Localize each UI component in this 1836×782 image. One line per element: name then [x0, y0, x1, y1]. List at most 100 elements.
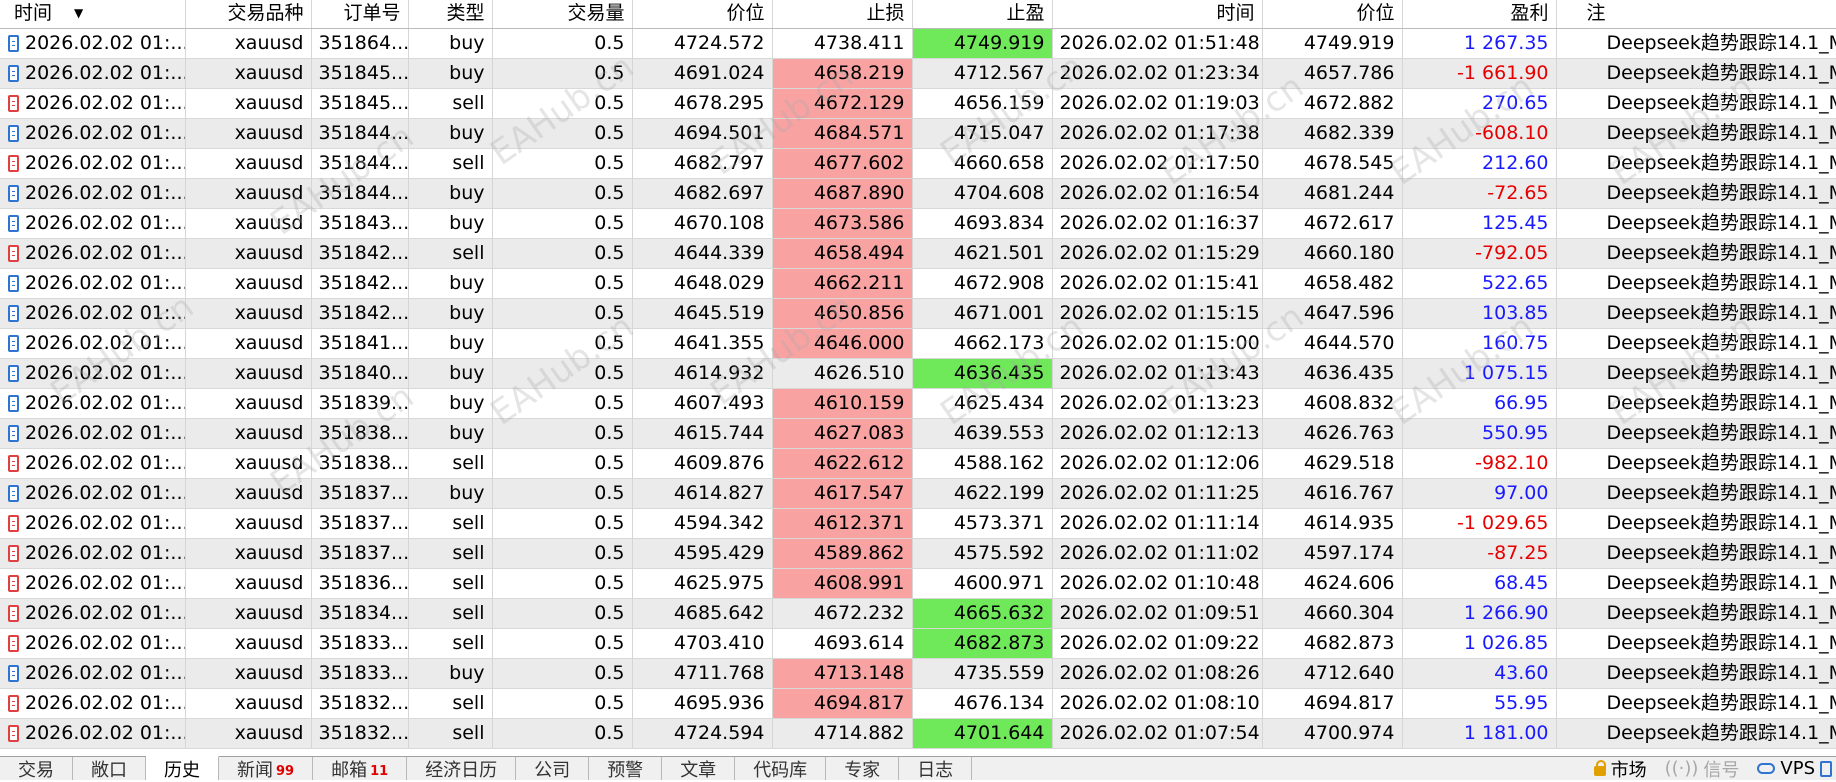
table-row[interactable]: 2026.02.02 01:... xauusd 351843... buy 0.5 46… — [0, 208, 1836, 239]
cell-sl: 4658.219 — [772, 58, 913, 89]
cell-time-text: 2026.02.02 01:... — [25, 61, 185, 84]
col-header-time[interactable]: 时间 ▼ — [0, 0, 186, 29]
cell-time: 2026.02.02 01:... — [0, 58, 186, 89]
cell-profit: 212.60 — [1402, 148, 1557, 179]
cell-time-text: 2026.02.02 01:... — [25, 721, 185, 744]
cell-volume: 0.5 — [492, 178, 633, 209]
cell-tp: 4575.592 — [912, 538, 1053, 569]
table-row[interactable]: 2026.02.02 01:... xauusd 351864... buy 0.5 47… — [0, 28, 1836, 59]
cell-tp: 4639.553 — [912, 418, 1053, 449]
tab-10[interactable]: 专家 — [826, 757, 900, 781]
market-status[interactable]: 市场 — [1593, 756, 1647, 782]
table-row[interactable]: 2026.02.02 01:... xauusd 351842... buy 0.5 46… — [0, 298, 1836, 329]
col-header-type[interactable]: 类型 — [408, 0, 493, 29]
table-row[interactable]: 2026.02.02 01:... xauusd 351844... sell 0.5 4… — [0, 148, 1836, 179]
cell-symbol: xauusd — [185, 508, 312, 539]
cell-volume: 0.5 — [492, 88, 633, 119]
col-header-order[interactable]: 订单号 — [311, 0, 409, 29]
cell-order: 351842... — [311, 268, 409, 299]
tab-8[interactable]: 文章 — [662, 757, 736, 781]
cell-price: 4670.108 — [632, 208, 773, 239]
cell-close-price: 4608.832 — [1262, 388, 1403, 419]
cell-close-time: 2026.02.02 01:12:06 — [1052, 448, 1263, 479]
table-row[interactable]: 2026.02.02 01:... xauusd 351837... sell 0.5 4… — [0, 508, 1836, 539]
tab-6[interactable]: 公司 — [516, 757, 590, 781]
cell-comment: Deepseek趋势跟踪14.1_Ma — [1556, 238, 1836, 269]
tab-7[interactable]: 预警 — [589, 757, 663, 781]
table-row[interactable]: 2026.02.02 01:... xauusd 351836... sell 0.5 4… — [0, 568, 1836, 599]
cell-close-time: 2026.02.02 01:19:03 — [1052, 88, 1263, 119]
cell-sl: 4650.856 — [772, 298, 913, 329]
col-header-sl[interactable]: 止损 — [772, 0, 913, 29]
cell-tp: 4735.559 — [912, 658, 1053, 689]
cell-volume: 0.5 — [492, 418, 633, 449]
table-row[interactable]: 2026.02.02 01:... xauusd 351837... buy 0.5 46… — [0, 478, 1836, 509]
tab-label: 公司 — [534, 759, 571, 781]
cell-order: 351837... — [311, 478, 409, 509]
cell-comment: Deepseek趋势跟踪14.1_Ma — [1556, 148, 1836, 179]
cell-symbol: xauusd — [185, 58, 312, 89]
cell-comment: Deepseek趋势跟踪14.1_Ma — [1556, 118, 1836, 149]
tab-3[interactable]: 新闻 99 — [219, 757, 314, 781]
cell-price: 4609.876 — [632, 448, 773, 479]
col-header-price[interactable]: 价位 — [632, 0, 773, 29]
table-row[interactable]: 2026.02.02 01:... xauusd 351845... sell 0.5 4… — [0, 88, 1836, 119]
table-row[interactable]: 2026.02.02 01:... xauusd 351832... sell 0.5 4… — [0, 688, 1836, 719]
table-row[interactable]: 2026.02.02 01:... xauusd 351838... buy 0.5 46… — [0, 418, 1836, 449]
vps-status[interactable]: VPS — [1757, 758, 1832, 779]
tab-5[interactable]: 经济日历 — [407, 757, 517, 781]
tab-11[interactable]: 日志 — [899, 757, 973, 781]
table-row[interactable]: 2026.02.02 01:... xauusd 351833... buy 0.5 47… — [0, 658, 1836, 689]
cell-price: 4614.827 — [632, 478, 773, 509]
cell-time: 2026.02.02 01:... — [0, 88, 186, 119]
cell-comment: Deepseek趋势跟踪14.1_Ma — [1556, 88, 1836, 119]
col-header-tp[interactable]: 止盈 — [912, 0, 1053, 29]
cell-type: sell — [408, 148, 493, 179]
cell-close-time: 2026.02.02 01:17:50 — [1052, 148, 1263, 179]
col-header-comment[interactable]: 注 — [1556, 0, 1836, 29]
tab-2[interactable]: 历史 — [146, 756, 219, 781]
tab-4[interactable]: 邮箱 11 — [313, 757, 408, 781]
col-header-profit[interactable]: 盈利 — [1402, 0, 1557, 29]
table-row[interactable]: 2026.02.02 01:... xauusd 351842... sell 0.5 4… — [0, 238, 1836, 269]
table-row[interactable]: 2026.02.02 01:... xauusd 351832... sell 0.5 4… — [0, 718, 1836, 749]
cell-close-price: 4682.339 — [1262, 118, 1403, 149]
table-row[interactable]: 2026.02.02 01:... xauusd 351838... sell 0.5 4… — [0, 448, 1836, 479]
signal-status[interactable]: ((·)) 信号 — [1665, 756, 1740, 782]
table-row[interactable]: 2026.02.02 01:... xauusd 351844... buy 0.5 46… — [0, 178, 1836, 209]
cell-type: sell — [408, 568, 493, 599]
sell-order-icon — [8, 244, 19, 262]
cell-price: 4607.493 — [632, 388, 773, 419]
table-row[interactable]: 2026.02.02 01:... xauusd 351842... buy 0.5 46… — [0, 268, 1836, 299]
table-row[interactable]: 2026.02.02 01:... xauusd 351839... buy 0.5 46… — [0, 388, 1836, 419]
cell-close-time: 2026.02.02 01:07:54 — [1052, 718, 1263, 749]
cell-symbol: xauusd — [185, 388, 312, 419]
cell-close-price: 4712.640 — [1262, 658, 1403, 689]
cell-order: 351842... — [311, 238, 409, 269]
cell-comment: Deepseek趋势跟踪14.1_Ma — [1556, 538, 1836, 569]
cell-comment: Deepseek趋势跟踪14.1_Ma — [1556, 658, 1836, 689]
cell-time: 2026.02.02 01:... — [0, 628, 186, 659]
col-header-close-time[interactable]: 时间 — [1052, 0, 1263, 29]
cell-sl: 4713.148 — [772, 658, 913, 689]
sell-order-icon — [8, 634, 19, 652]
col-header-volume[interactable]: 交易量 — [492, 0, 633, 29]
cell-time: 2026.02.02 01:... — [0, 118, 186, 149]
table-row[interactable]: 2026.02.02 01:... xauusd 351840... buy 0.5 46… — [0, 358, 1836, 389]
cell-comment: Deepseek趋势跟踪14.1_Ma — [1556, 178, 1836, 209]
cell-symbol: xauusd — [185, 658, 312, 689]
tab-0[interactable]: 交易 — [0, 757, 73, 781]
cell-time-text: 2026.02.02 01:... — [25, 511, 185, 534]
table-row[interactable]: 2026.02.02 01:... xauusd 351834... sell 0.5 4… — [0, 598, 1836, 629]
history-grid[interactable]: 时间 ▼ 交易品种 订单号 类型 交易量 价位 止损 止盈 时间 价位 盈利 注 … — [0, 0, 1836, 756]
cell-type: buy — [408, 358, 493, 389]
table-row[interactable]: 2026.02.02 01:... xauusd 351844... buy 0.5 46… — [0, 118, 1836, 149]
col-header-close-price[interactable]: 价位 — [1262, 0, 1403, 29]
table-row[interactable]: 2026.02.02 01:... xauusd 351841... buy 0.5 46… — [0, 328, 1836, 359]
table-row[interactable]: 2026.02.02 01:... xauusd 351837... sell 0.5 4… — [0, 538, 1836, 569]
table-row[interactable]: 2026.02.02 01:... xauusd 351845... buy 0.5 46… — [0, 58, 1836, 89]
tab-9[interactable]: 代码库 — [735, 757, 827, 781]
tab-1[interactable]: 敞口 — [73, 757, 146, 781]
col-header-symbol[interactable]: 交易品种 — [185, 0, 312, 29]
table-row[interactable]: 2026.02.02 01:... xauusd 351833... sell 0.5 4… — [0, 628, 1836, 659]
